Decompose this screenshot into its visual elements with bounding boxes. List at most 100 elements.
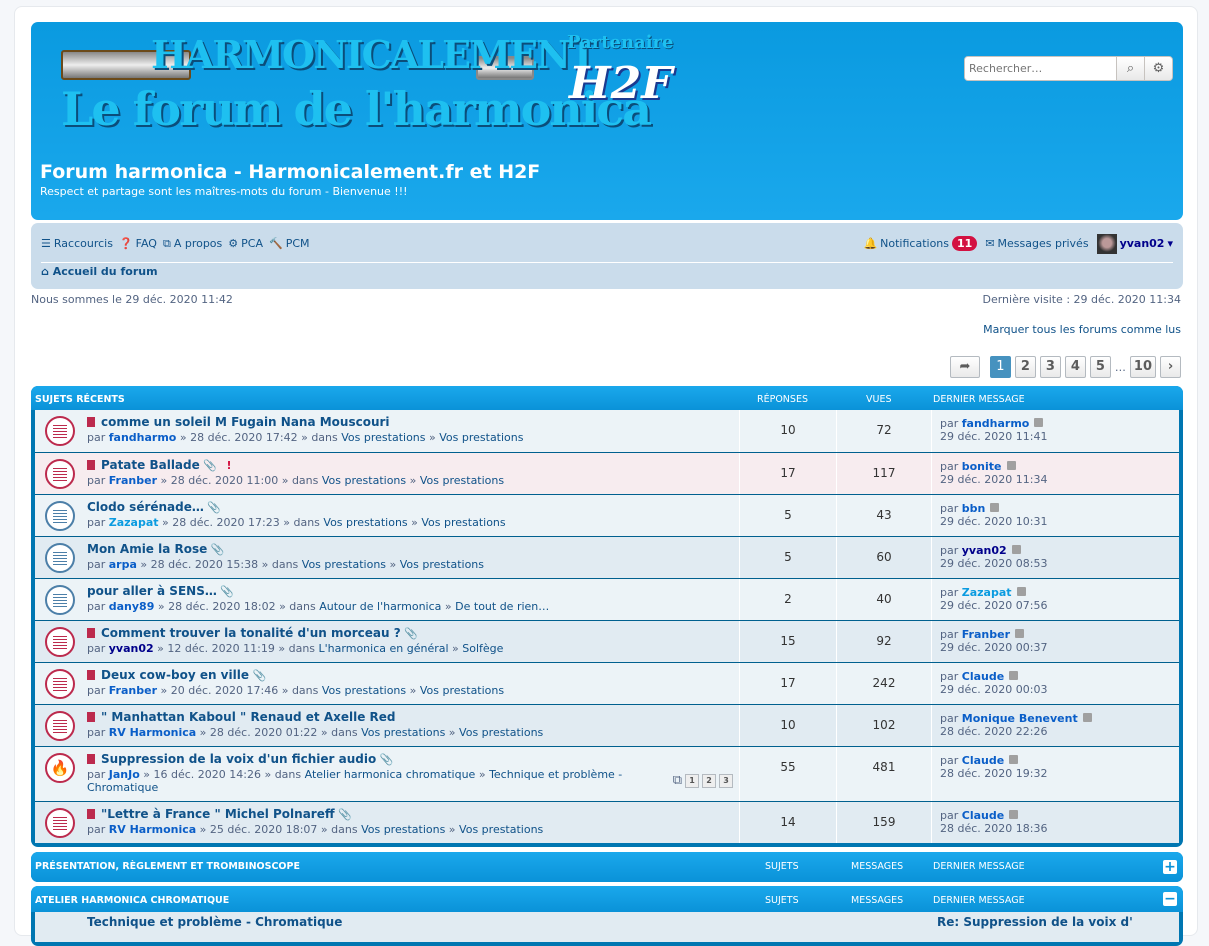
topic-author[interactable]: RV Harmonica [109, 823, 196, 836]
next-page-button[interactable]: › [1160, 356, 1181, 378]
topic-title[interactable]: " Manhattan Kaboul " Renaud et Axelle Re… [101, 710, 396, 724]
last-post-author[interactable]: Claude [962, 754, 1004, 767]
last-post-author[interactable]: fandharmo [962, 417, 1030, 430]
forum-link[interactable]: Vos prestations [361, 726, 445, 739]
topic-author[interactable]: Franber [109, 684, 157, 697]
forum-link[interactable]: L'harmonica en général [319, 642, 449, 655]
forum-link[interactable]: Vos prestations [302, 558, 386, 571]
last-post-link[interactable]: Re: Suppression de la voix d' [937, 915, 1133, 929]
topic-author[interactable]: JanJo [109, 768, 140, 781]
subforum-link[interactable]: De tout de rien… [455, 600, 549, 613]
goto-last-post-icon[interactable] [990, 503, 1000, 512]
goto-last-post-icon[interactable] [1034, 418, 1044, 427]
page-3[interactable]: 3 [1039, 356, 1061, 378]
subforum-link[interactable]: Vos prestations [459, 726, 543, 739]
topic-title[interactable]: comme un soleil M Fugain Nana Mouscouri [101, 415, 390, 429]
nav-faq[interactable]: ❓ FAQ [119, 237, 157, 250]
goto-last-post-icon[interactable] [1009, 671, 1019, 680]
goto-last-post-icon[interactable] [1009, 810, 1019, 819]
search-input[interactable] [965, 57, 1116, 80]
topic-title[interactable]: pour aller à SENS… [87, 584, 217, 598]
last-post-author[interactable]: Monique Benevent [962, 712, 1078, 725]
topic-author[interactable]: yvan02 [109, 642, 154, 655]
last-post-author[interactable]: bonite [962, 460, 1002, 473]
last-post: par bonite 29 déc. 2020 11:34 [931, 453, 1179, 494]
unread-post-icon[interactable] [87, 670, 95, 680]
nav-apropos[interactable]: ⧉ A propos [163, 237, 222, 251]
page-4[interactable]: 4 [1064, 356, 1086, 378]
nav-pca[interactable]: ⚙ PCA [228, 237, 263, 250]
page-5[interactable]: 5 [1089, 356, 1111, 378]
last-post-author[interactable]: Franber [962, 628, 1010, 641]
unread-post-icon[interactable] [87, 460, 95, 470]
unread-post-icon[interactable] [87, 754, 95, 764]
unread-post-icon[interactable] [87, 809, 95, 819]
forum-link[interactable]: Vos prestations [322, 684, 406, 697]
advanced-search-button[interactable]: ⚙ [1144, 57, 1172, 80]
unread-post-icon[interactable] [87, 628, 95, 638]
category-title[interactable]: ATELIER HARMONICA CHROMATIQUE [35, 895, 229, 906]
forum-link[interactable]: Vos prestations [361, 823, 445, 836]
forum-link[interactable]: Vos prestations [322, 474, 406, 487]
topic-author[interactable]: fandharmo [109, 431, 177, 444]
subforum-link[interactable]: Vos prestations [420, 684, 504, 697]
forum-link[interactable]: Atelier harmonica chromatique [305, 768, 476, 781]
last-post-author[interactable]: Zazapat [962, 586, 1012, 599]
page-last[interactable]: 10 [1129, 356, 1156, 378]
topic-author[interactable]: RV Harmonica [109, 726, 196, 739]
unread-post-icon[interactable] [87, 417, 95, 427]
goto-last-post-icon[interactable] [1011, 545, 1021, 554]
topic-title[interactable]: Suppression de la voix d'un fichier audi… [101, 752, 376, 766]
topic-author[interactable]: arpa [109, 558, 137, 571]
topic-title[interactable]: Clodo sérénade… [87, 500, 204, 514]
mark-all-read-link[interactable]: Marquer tous les forums comme lus [983, 323, 1181, 336]
topic-author[interactable]: dany89 [109, 600, 155, 613]
forum-link[interactable]: Vos prestations [323, 516, 407, 529]
goto-last-post-icon[interactable] [1015, 629, 1024, 638]
subforum-link[interactable]: Solfège [462, 642, 503, 655]
topic-title[interactable]: Comment trouver la tonalité d'un morceau… [101, 626, 401, 640]
topic-author[interactable]: Franber [109, 474, 157, 487]
subforum-link[interactable]: Vos prestations [400, 558, 484, 571]
search-button[interactable]: ⌕ [1116, 57, 1144, 80]
last-post-author[interactable]: bbn [962, 502, 986, 515]
last-post-author[interactable]: yvan02 [962, 544, 1007, 557]
topic-page-1[interactable]: 1 [685, 773, 699, 788]
site-title[interactable]: Forum harmonica - Harmonicalement.fr et … [40, 161, 540, 183]
goto-last-post-icon[interactable] [1009, 755, 1019, 764]
subforum-link[interactable]: Vos prestations [420, 474, 504, 487]
forum-link[interactable]: Vos prestations [341, 431, 425, 444]
last-post-author[interactable]: Claude [962, 670, 1004, 683]
jump-to-page-button[interactable]: ➦ [949, 356, 980, 378]
unread-post-icon[interactable] [87, 712, 95, 722]
topic-author[interactable]: Zazapat [109, 516, 159, 529]
page-2[interactable]: 2 [1014, 356, 1036, 378]
topic-page-3[interactable]: 3 [719, 773, 733, 788]
private-messages-button[interactable]: ✉ Messages privés [985, 237, 1088, 250]
last-post-author[interactable]: Claude [962, 809, 1004, 822]
goto-last-post-icon[interactable] [1006, 461, 1016, 470]
topic-title[interactable]: Deux cow-boy en ville [101, 668, 249, 682]
expand-icon[interactable]: + [1163, 860, 1177, 874]
forum-link[interactable]: Technique et problème - Chromatique [87, 915, 342, 929]
subforum-link[interactable]: Vos prestations [439, 431, 523, 444]
collapse-icon[interactable]: − [1163, 892, 1177, 906]
breadcrumb-home[interactable]: ⌂ Accueil du forum [41, 265, 158, 278]
topic-page-2[interactable]: 2 [702, 773, 716, 788]
subforum-link[interactable]: Vos prestations [421, 516, 505, 529]
notifications-button[interactable]: 🔔 Notifications 11 [863, 236, 978, 251]
forum-link[interactable]: Autour de l'harmonica [319, 600, 441, 613]
goto-last-post-icon[interactable] [1016, 587, 1026, 596]
topic-title[interactable]: Patate Ballade [101, 458, 200, 472]
page-1[interactable]: 1 [989, 356, 1011, 378]
topic-title[interactable]: Mon Amie la Rose [87, 542, 207, 556]
goto-last-post-icon[interactable] [1082, 713, 1092, 722]
nav-pcm[interactable]: 🔨 PCM [269, 237, 310, 250]
subforum-link[interactable]: Vos prestations [459, 823, 543, 836]
nav-raccourcis[interactable]: ☰ Raccourcis [41, 237, 113, 250]
reported-icon[interactable]: ! [226, 459, 231, 472]
topic-title[interactable]: "Lettre à France " Michel Polnareff [101, 807, 335, 821]
category-title[interactable]: PRÉSENTATION, RÈGLEMENT ET TROMBINOSCOPE [35, 861, 300, 872]
site-logo[interactable]: HARMONICALEMENT Le forum de l'harmonica … [41, 30, 721, 150]
user-menu[interactable]: yvan02 ▾ [1096, 233, 1173, 254]
